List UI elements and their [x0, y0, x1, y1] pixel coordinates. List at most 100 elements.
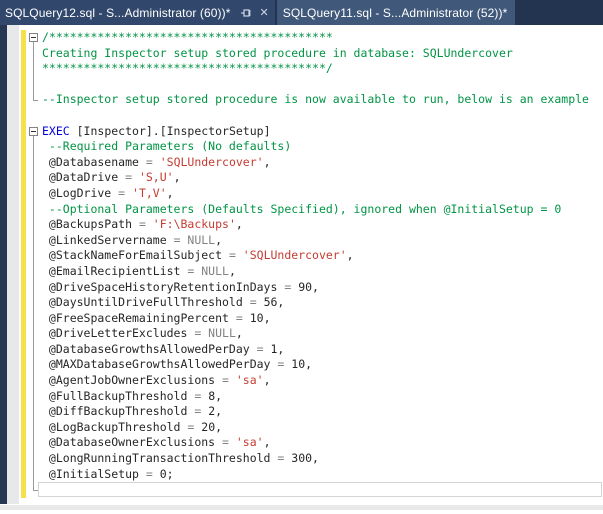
- code-token: /***************************************…: [42, 30, 333, 44]
- code-line[interactable]: @DatabaseOwnerExclusions = 'sa',: [42, 435, 589, 451]
- code-token: @DriveLetterExcludes: [42, 326, 195, 341]
- code-line[interactable]: @InitialSetup = 0;: [42, 467, 589, 483]
- code-line[interactable]: --Optional Parameters (Defaults Specifie…: [42, 202, 589, 218]
- code-text-area[interactable]: /***************************************…: [42, 30, 589, 498]
- code-token: =: [235, 310, 250, 325]
- code-token: =: [145, 466, 160, 481]
- code-token: ****************************************…: [42, 61, 333, 76]
- code-line[interactable]: @MAXDatabaseGrowthsAllowedPerDay = 10,: [42, 357, 589, 373]
- code-line[interactable]: @DiffBackupThreshold = 2,: [42, 404, 589, 420]
- code-token: @StackNameForEmailSubject: [42, 248, 229, 263]
- fold-collapse-icon[interactable]: [29, 126, 38, 136]
- code-line[interactable]: @DatabaseGrowthsAllowedPerDay = 1,: [42, 342, 589, 358]
- code-token: Creating Inspector setup stored procedur…: [42, 45, 513, 60]
- code-line[interactable]: /***************************************…: [42, 30, 589, 46]
- code-line[interactable]: @BackupsPath = 'F:\Backups',: [42, 217, 589, 233]
- code-token: =: [277, 357, 292, 372]
- code-token: =: [228, 248, 243, 263]
- code-token: @AgentJobOwnerExclusions: [42, 373, 223, 388]
- code-token: =: [284, 279, 299, 294]
- editor-left-margin: [0, 25, 7, 504]
- code-token: =: [277, 451, 292, 466]
- fold-collapse-icon[interactable]: [29, 33, 38, 42]
- code-token: @LongRunningTransactionThreshold: [42, 451, 278, 466]
- code-line[interactable]: @AgentJobOwnerExclusions = 'sa',: [42, 373, 589, 389]
- code-line[interactable]: EXEC [Inspector].[InspectorSetup]: [42, 124, 589, 140]
- document-tabbar: SQLQuery12.sql - S...Administrator (60))…: [0, 0, 603, 25]
- code-token: 'SQLUndercover': [242, 248, 347, 263]
- code-token: =: [256, 341, 271, 356]
- code-line[interactable]: @LinkedServername = NULL,: [42, 233, 589, 249]
- code-token: =: [249, 295, 264, 310]
- code-line[interactable]: @LongRunningTransactionThreshold = 300,: [42, 451, 589, 467]
- tab-sqlquery11[interactable]: SQLQuery11.sql - S...Administrator (52))…: [276, 0, 516, 25]
- code-line[interactable]: @DataDrive = 'S,U',: [42, 170, 589, 186]
- code-token: @DatabaseOwnerExclusions: [42, 435, 223, 450]
- code-token: ,: [263, 373, 271, 388]
- code-token: =: [118, 185, 133, 200]
- code-line[interactable]: [42, 77, 589, 93]
- code-line[interactable]: Creating Inspector setup stored procedur…: [42, 46, 589, 62]
- code-token: @LogDrive: [42, 185, 119, 200]
- tab-title: SQLQuery11.sql - S...Administrator (52))…: [282, 5, 508, 20]
- code-token: 'S,U': [138, 170, 174, 185]
- code-token: 'sa': [235, 373, 264, 388]
- code-line[interactable]: @Databasename = 'SQLUndercover',: [42, 155, 589, 171]
- fold-region-line-exec: [33, 136, 38, 491]
- code-token: 'T,V': [132, 185, 167, 200]
- code-line[interactable]: [42, 482, 589, 498]
- code-line[interactable]: --Required Parameters (No defaults): [42, 139, 589, 155]
- code-line[interactable]: @StackNameForEmailSubject = 'SQLUndercov…: [42, 248, 589, 264]
- code-token: --Inspector setup stored procedure is no…: [42, 92, 589, 107]
- code-token: @InitialSetup: [42, 466, 146, 481]
- code-token: = NULL: [187, 263, 229, 278]
- breakpoint-gutter[interactable]: [7, 25, 19, 504]
- code-token: =: [222, 373, 236, 388]
- code-token: --Required Parameters (No defaults): [42, 139, 292, 154]
- horizontal-scrollbar[interactable]: [0, 505, 603, 510]
- close-icon[interactable]: ✕: [260, 7, 269, 18]
- code-token: 10,: [249, 310, 271, 325]
- code-token: @DataDrive: [42, 170, 126, 185]
- code-token: EXEC: [42, 123, 70, 138]
- code-token: 10,: [291, 357, 313, 372]
- code-token: =: [145, 154, 160, 169]
- code-line[interactable]: @EmailRecipientList = NULL,: [42, 264, 589, 280]
- tab-sqlquery12[interactable]: SQLQuery12.sql - S...Administrator (60))…: [0, 0, 275, 25]
- code-line[interactable]: @LogDrive = 'T,V',: [42, 186, 589, 202]
- code-token: @DatabaseGrowthsAllowedPerDay: [42, 341, 257, 356]
- pin-icon[interactable]: [240, 7, 252, 19]
- code-token: 8,: [208, 388, 223, 403]
- code-token: @DriveSpaceHistoryRetentionInDays: [42, 279, 285, 294]
- code-line[interactable]: @FreeSpaceRemainingPercent = 10,: [42, 311, 589, 327]
- code-line[interactable]: @DriveSpaceHistoryRetentionInDays = 90,: [42, 280, 589, 296]
- code-line[interactable]: @DaysUntilDriveFullThreshold = 56,: [42, 295, 589, 311]
- code-token: @DaysUntilDriveFullThreshold: [42, 295, 250, 310]
- code-token: [Inspector].[InspectorSetup]: [69, 123, 271, 138]
- code-token: 90,: [298, 279, 319, 294]
- code-token: @EmailRecipientList: [42, 263, 188, 278]
- code-token: ,: [263, 154, 271, 169]
- code-token: @BackupsPath: [42, 217, 139, 232]
- code-token: 20,: [201, 419, 223, 434]
- code-line[interactable]: @FullBackupThreshold = 8,: [42, 389, 589, 405]
- code-editor[interactable]: /***************************************…: [0, 25, 603, 504]
- code-token: 300,: [291, 451, 319, 466]
- code-line[interactable]: --Inspector setup stored procedure is no…: [42, 92, 589, 108]
- code-token: =: [194, 388, 209, 403]
- change-tracking-bar: [21, 30, 26, 498]
- ssms-window: SQLQuery12.sql - S...Administrator (60))…: [0, 0, 603, 514]
- code-line[interactable]: @DriveLetterExcludes = NULL,: [42, 326, 589, 342]
- code-token: =: [125, 170, 139, 185]
- code-line[interactable]: ****************************************…: [42, 61, 589, 77]
- code-token: 0;: [159, 466, 174, 481]
- code-token: 2,: [208, 404, 223, 419]
- code-token: @LogBackupThreshold: [42, 419, 188, 434]
- code-token: @FullBackupThreshold: [42, 388, 195, 403]
- code-token: 'F:\Backups': [152, 217, 236, 232]
- code-line[interactable]: @LogBackupThreshold = 20,: [42, 420, 589, 436]
- code-token: =: [222, 435, 236, 450]
- tab-title: SQLQuery12.sql - S...Administrator (60))…: [5, 5, 231, 20]
- code-token: ,: [215, 232, 223, 247]
- code-line[interactable]: [42, 108, 589, 124]
